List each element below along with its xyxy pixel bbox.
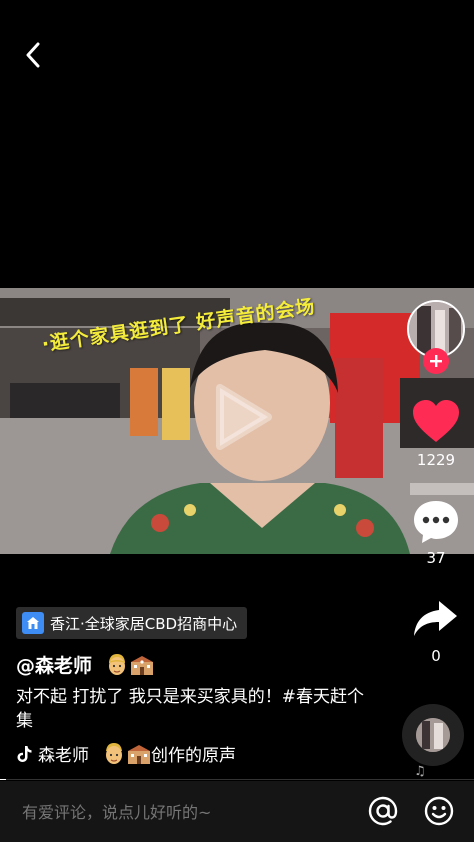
video-progress-fill	[0, 779, 6, 780]
comment-bar	[0, 781, 474, 842]
play-button[interactable]	[200, 378, 278, 456]
face-emoji-icon	[103, 742, 125, 766]
heart-icon	[413, 400, 459, 442]
like-button[interactable]	[411, 398, 461, 446]
school-emoji-icon	[127, 743, 151, 765]
share-count: 0	[431, 647, 441, 665]
house-icon	[22, 612, 44, 634]
music-info-row[interactable]: 森老师 创作的原声	[16, 741, 236, 766]
play-icon	[216, 384, 272, 450]
emoji-button[interactable]	[423, 795, 455, 827]
mention-button[interactable]	[367, 795, 399, 827]
plus-icon	[430, 355, 442, 367]
comment-bubble-icon	[414, 501, 458, 543]
comment-count: 37	[426, 549, 446, 567]
smiley-icon	[424, 796, 454, 826]
share-button[interactable]	[411, 598, 459, 640]
like-count: 1229	[416, 451, 456, 469]
author-handle: @森老师	[16, 655, 93, 677]
tiktok-note-icon	[17, 745, 32, 762]
music-disc-button[interactable]	[402, 704, 464, 766]
comment-button[interactable]	[411, 498, 461, 546]
share-arrow-icon	[414, 601, 457, 636]
author-name-row[interactable]: @森老师	[16, 651, 154, 678]
school-emoji-icon	[130, 654, 154, 676]
music-author: 森老师	[38, 746, 89, 766]
location-label: 香江·全球家居CBD招商中心	[50, 614, 238, 633]
chevron-left-icon	[26, 42, 40, 68]
at-sign-icon	[368, 796, 398, 826]
face-emoji-icon	[106, 653, 128, 677]
music-note-icon: ♫	[414, 764, 426, 779]
video-progress-bar[interactable]	[0, 779, 474, 780]
comment-input[interactable]	[22, 799, 342, 825]
music-title: 创作的原声	[151, 746, 236, 766]
video-description[interactable]: 对不起 打扰了 我只是来买家具的！#春天赶个集	[16, 685, 366, 733]
music-cover-image	[416, 718, 450, 752]
follow-button[interactable]	[423, 348, 449, 374]
back-button[interactable]	[18, 40, 48, 70]
location-tag[interactable]: 香江·全球家居CBD招商中心	[16, 607, 248, 639]
